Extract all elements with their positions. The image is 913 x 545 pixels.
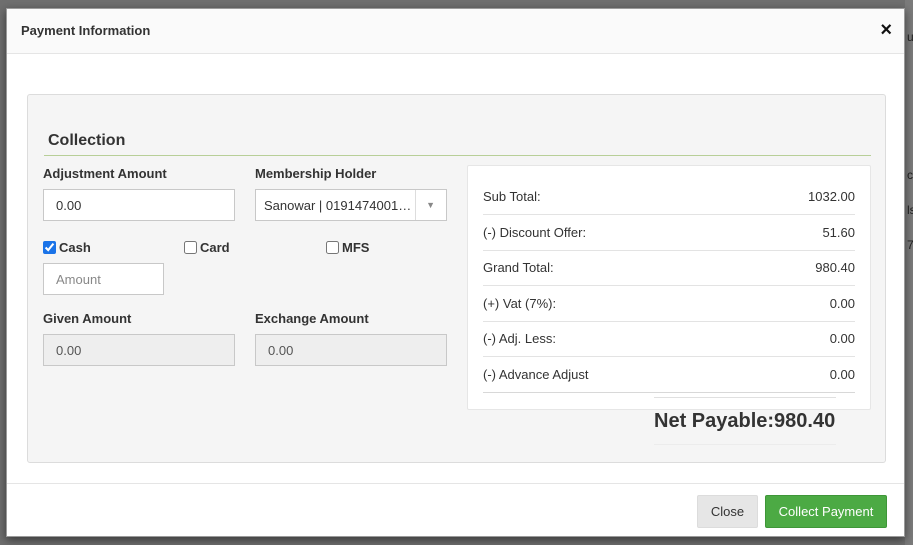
chevron-down-icon: ▼ <box>426 200 435 210</box>
modal-title: Payment Information <box>21 23 151 38</box>
membership-holder-select[interactable]: Sanowar | 01914740013... ▼ <box>255 189 447 221</box>
summary-row-vat: (+) Vat (7%): 0.00 <box>483 286 855 322</box>
summary-row-discount: (-) Discount Offer: 51.60 <box>483 215 855 251</box>
select-divider <box>415 190 416 220</box>
summary-row-grand-total: Grand Total: 980.40 <box>483 250 855 286</box>
section-title: Collection <box>48 132 126 149</box>
summary-label: (-) Discount Offer: <box>483 225 587 240</box>
summary-value: 0.00 <box>829 331 855 346</box>
close-button[interactable]: Close <box>697 495 758 528</box>
summary-value: 0.00 <box>829 367 855 382</box>
card-label: Card <box>200 240 230 255</box>
payment-information-modal: Payment Information × Collection Adjustm… <box>6 8 905 537</box>
background-text: c <box>907 168 913 182</box>
payment-method-cash[interactable]: Cash <box>43 240 91 255</box>
adjustment-amount-input[interactable] <box>43 189 235 221</box>
close-icon[interactable]: × <box>880 20 892 40</box>
net-payable-text: Net Payable:980.40 <box>654 410 836 432</box>
cash-checkbox[interactable] <box>43 241 56 254</box>
summary-row-sub-total: Sub Total: 1032.00 <box>483 179 855 215</box>
collect-payment-button[interactable]: Collect Payment <box>765 495 887 528</box>
background-page-edge: u c ls 70 <box>905 0 913 545</box>
summary-label: Grand Total: <box>483 260 554 275</box>
summary-label: (-) Advance Adjust <box>483 367 589 382</box>
given-amount-input <box>43 334 235 366</box>
mfs-checkbox[interactable] <box>326 241 339 254</box>
section-divider <box>44 155 871 156</box>
background-text: ls <box>907 203 913 217</box>
net-payable: Net Payable:980.40 <box>654 397 836 445</box>
summary-label: Sub Total: <box>483 189 541 204</box>
summary-row-adj-less: (-) Adj. Less: 0.00 <box>483 321 855 357</box>
adjustment-amount-label: Adjustment Amount <box>43 166 167 181</box>
background-text: 70 <box>907 238 913 252</box>
exchange-amount-input <box>255 334 447 366</box>
summary-label: (+) Vat (7%): <box>483 296 557 311</box>
summary-row-advance-adjust: (-) Advance Adjust 0.00 <box>483 357 855 393</box>
modal-header: Payment Information × <box>7 9 904 54</box>
cash-label: Cash <box>59 240 91 255</box>
mfs-label: MFS <box>342 240 370 255</box>
payment-method-card[interactable]: Card <box>184 240 230 255</box>
summary-value: 980.40 <box>815 260 855 275</box>
background-text: u <box>907 30 913 44</box>
summary-value: 1032.00 <box>808 189 855 204</box>
payment-method-mfs[interactable]: MFS <box>326 240 369 255</box>
membership-holder-value: Sanowar | 01914740013... <box>264 198 416 213</box>
given-amount-label: Given Amount <box>43 311 132 326</box>
membership-holder-label: Membership Holder <box>255 166 377 181</box>
payment-summary: Sub Total: 1032.00 (-) Discount Offer: 5… <box>467 165 871 410</box>
modal-footer-divider <box>7 483 904 484</box>
amount-input[interactable] <box>43 263 164 295</box>
summary-value: 0.00 <box>829 296 855 311</box>
collection-panel: Collection Adjustment Amount Membership … <box>27 94 886 463</box>
card-checkbox[interactable] <box>184 241 197 254</box>
exchange-amount-label: Exchange Amount <box>255 311 369 326</box>
summary-value: 51.60 <box>822 225 855 240</box>
summary-label: (-) Adj. Less: <box>483 331 556 346</box>
